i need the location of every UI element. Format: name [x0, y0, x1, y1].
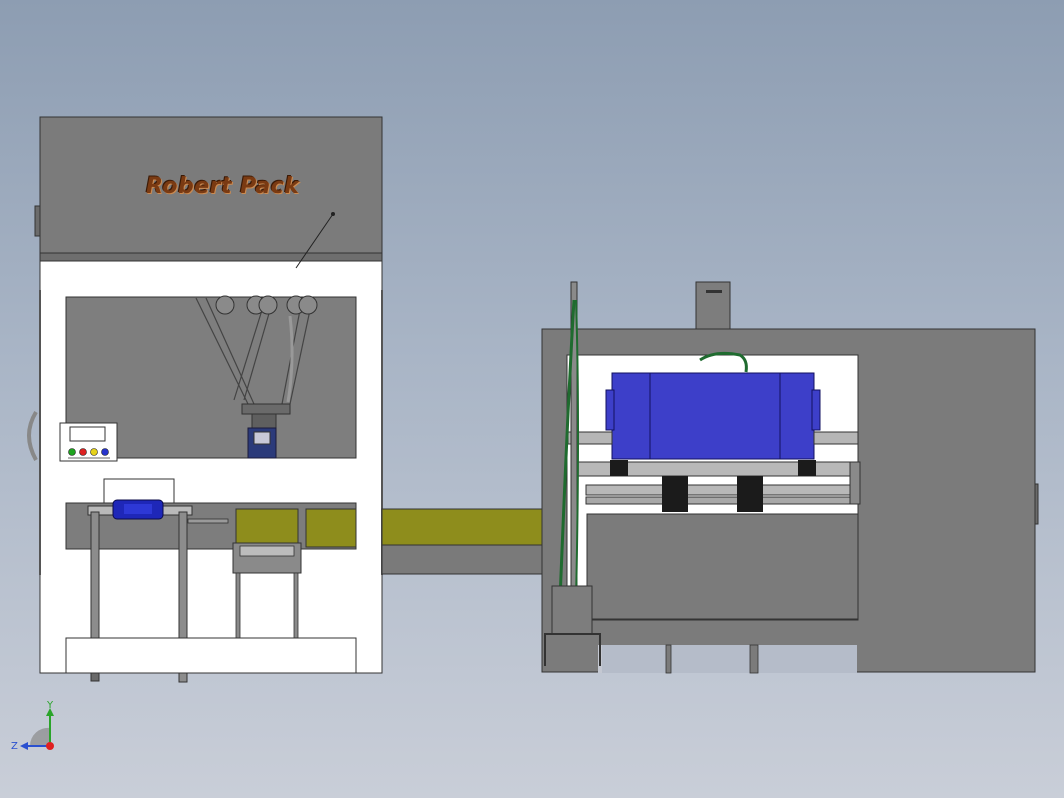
- transfer-conveyor: [381, 508, 543, 575]
- control-panel[interactable]: [59, 422, 118, 462]
- cad-viewport[interactable]: Robert Pack Y Z: [0, 0, 1064, 798]
- robot-cell-machine[interactable]: [27, 116, 383, 674]
- control-panel-display: [69, 426, 106, 442]
- case-packer-machine[interactable]: [541, 281, 1039, 674]
- olive-tote: [305, 508, 357, 548]
- z-axis-label: Z: [11, 741, 18, 752]
- y-axis-label: Y: [46, 700, 54, 711]
- green-button-icon: [68, 448, 76, 456]
- yellow-button-icon: [90, 448, 98, 456]
- brand-label: Robert Pack: [146, 174, 300, 199]
- view-orientation-triad-icon[interactable]: Y Z: [10, 700, 70, 760]
- cad-assembly-drawing: [27, 116, 1039, 683]
- blue-carton: [605, 372, 821, 460]
- olive-tote: [235, 508, 299, 548]
- blue-button-icon: [101, 448, 109, 456]
- red-button-icon: [79, 448, 87, 456]
